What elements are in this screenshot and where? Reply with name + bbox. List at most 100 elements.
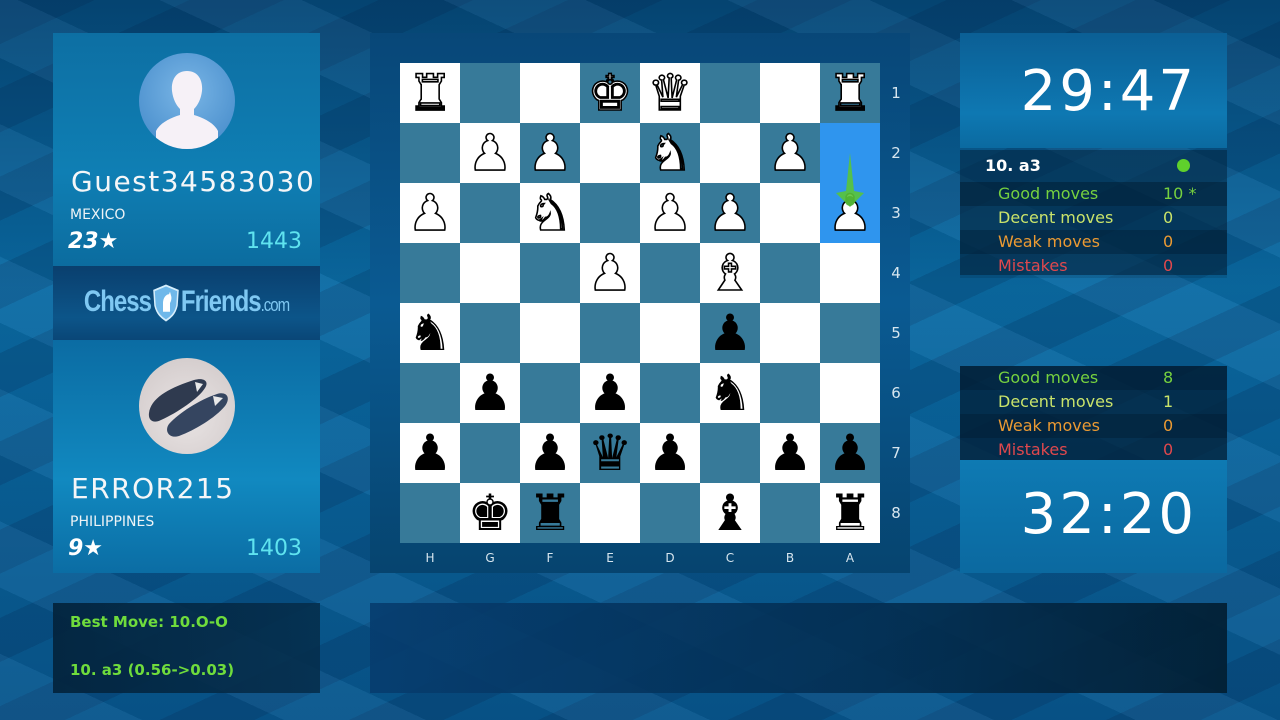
square-e8[interactable] [580, 483, 640, 543]
white-knight-icon[interactable]: ♞ [647, 127, 693, 179]
chessboard[interactable]: ♜ ♚ ♛ ♜ ♟ ♟ ♞ ♟ ♟ ♞ ♟ ♟ ♟ ♟ ♝ ♞ ♟ ♟ ♟ ♞ ♟ ♟ ♛ ♟ ♟ ♟ ♚ ♜ ♝ ♜ [400, 63, 880, 543]
square-d6[interactable] [640, 363, 700, 423]
square-f2[interactable]: ♟ [520, 123, 580, 183]
black-pawn-icon[interactable]: ♟ [768, 428, 813, 478]
white-pawn-icon[interactable]: ♟ [587, 247, 633, 299]
square-b4[interactable] [760, 243, 820, 303]
square-g1[interactable] [460, 63, 520, 123]
square-c5[interactable]: ♟ [700, 303, 760, 363]
white-pawn-icon[interactable]: ♟ [827, 187, 873, 239]
square-h3[interactable]: ♟ [400, 183, 460, 243]
square-g2[interactable]: ♟ [460, 123, 520, 183]
square-g4[interactable] [460, 243, 520, 303]
black-queen-icon[interactable]: ♛ [588, 428, 633, 478]
square-a4[interactable] [820, 243, 880, 303]
square-c6[interactable]: ♞ [700, 363, 760, 423]
white-rook-icon[interactable]: ♜ [827, 67, 873, 119]
square-a7[interactable]: ♟ [820, 423, 880, 483]
square-c7[interactable] [700, 423, 760, 483]
white-bishop-icon[interactable]: ♝ [707, 247, 753, 299]
black-pawn-icon[interactable]: ♟ [528, 428, 573, 478]
square-h7[interactable]: ♟ [400, 423, 460, 483]
square-h2[interactable] [400, 123, 460, 183]
square-b2[interactable]: ♟ [760, 123, 820, 183]
square-f1[interactable] [520, 63, 580, 123]
white-knight-icon[interactable]: ♞ [527, 187, 573, 239]
black-pawn-icon[interactable]: ♟ [468, 368, 513, 418]
chessfriends-logo[interactable]: Chess Friends.com [53, 266, 320, 340]
file-label: E [606, 551, 614, 565]
white-pawn-icon[interactable]: ♟ [707, 187, 753, 239]
stats-top-panel: 10. a3 Good moves 10 * Decent moves 0 Weak m… [960, 150, 1227, 278]
square-d4[interactable] [640, 243, 700, 303]
square-d2[interactable]: ♞ [640, 123, 700, 183]
black-pawn-icon[interactable]: ♟ [588, 368, 633, 418]
square-b8[interactable] [760, 483, 820, 543]
white-pawn-icon[interactable]: ♟ [647, 187, 693, 239]
file-label: F [546, 551, 554, 565]
square-g7[interactable] [460, 423, 520, 483]
square-h4[interactable] [400, 243, 460, 303]
square-d3[interactable]: ♟ [640, 183, 700, 243]
square-a3[interactable]: ♟ [820, 183, 880, 243]
square-f5[interactable] [520, 303, 580, 363]
square-a1[interactable]: ♜ [820, 63, 880, 123]
square-h6[interactable] [400, 363, 460, 423]
square-c8[interactable]: ♝ [700, 483, 760, 543]
white-king-icon[interactable]: ♚ [587, 67, 633, 119]
square-e5[interactable] [580, 303, 640, 363]
square-c1[interactable] [700, 63, 760, 123]
white-rook-icon[interactable]: ♜ [407, 67, 453, 119]
square-f8[interactable]: ♜ [520, 483, 580, 543]
square-d5[interactable] [640, 303, 700, 363]
square-h1[interactable]: ♜ [400, 63, 460, 123]
square-f3[interactable]: ♞ [520, 183, 580, 243]
black-pawn-icon[interactable]: ♟ [648, 428, 693, 478]
square-b1[interactable] [760, 63, 820, 123]
square-g8[interactable]: ♚ [460, 483, 520, 543]
black-pawn-icon[interactable]: ♟ [708, 308, 753, 358]
white-queen-icon[interactable]: ♛ [647, 67, 693, 119]
black-bishop-icon[interactable]: ♝ [708, 488, 753, 538]
square-d8[interactable] [640, 483, 700, 543]
black-rook-icon[interactable]: ♜ [528, 488, 573, 538]
square-a2[interactable] [820, 123, 880, 183]
square-h5[interactable]: ♞ [400, 303, 460, 363]
square-g3[interactable] [460, 183, 520, 243]
white-pawn-icon[interactable]: ♟ [467, 127, 513, 179]
square-h8[interactable] [400, 483, 460, 543]
stat-value: 10 * [1163, 184, 1197, 203]
square-e4[interactable]: ♟ [580, 243, 640, 303]
square-c3[interactable]: ♟ [700, 183, 760, 243]
black-pawn-icon[interactable]: ♟ [828, 428, 873, 478]
black-pawn-icon[interactable]: ♟ [408, 428, 453, 478]
square-e6[interactable]: ♟ [580, 363, 640, 423]
square-f6[interactable] [520, 363, 580, 423]
square-f7[interactable]: ♟ [520, 423, 580, 483]
square-e2[interactable] [580, 123, 640, 183]
square-f4[interactable] [520, 243, 580, 303]
white-pawn-icon[interactable]: ♟ [527, 127, 573, 179]
square-d1[interactable]: ♛ [640, 63, 700, 123]
square-a8[interactable]: ♜ [820, 483, 880, 543]
black-knight-icon[interactable]: ♞ [708, 368, 753, 418]
square-g6[interactable]: ♟ [460, 363, 520, 423]
black-knight-icon[interactable]: ♞ [408, 308, 453, 358]
square-d7[interactable]: ♟ [640, 423, 700, 483]
square-a5[interactable] [820, 303, 880, 363]
square-c4[interactable]: ♝ [700, 243, 760, 303]
square-b6[interactable] [760, 363, 820, 423]
square-b7[interactable]: ♟ [760, 423, 820, 483]
square-c2[interactable] [700, 123, 760, 183]
white-pawn-icon[interactable]: ♟ [407, 187, 453, 239]
square-g5[interactable] [460, 303, 520, 363]
square-b3[interactable] [760, 183, 820, 243]
black-king-icon[interactable]: ♚ [468, 488, 513, 538]
black-rook-icon[interactable]: ♜ [828, 488, 873, 538]
square-b5[interactable] [760, 303, 820, 363]
square-e3[interactable] [580, 183, 640, 243]
square-a6[interactable] [820, 363, 880, 423]
square-e7[interactable]: ♛ [580, 423, 640, 483]
square-e1[interactable]: ♚ [580, 63, 640, 123]
white-pawn-icon[interactable]: ♟ [767, 127, 813, 179]
